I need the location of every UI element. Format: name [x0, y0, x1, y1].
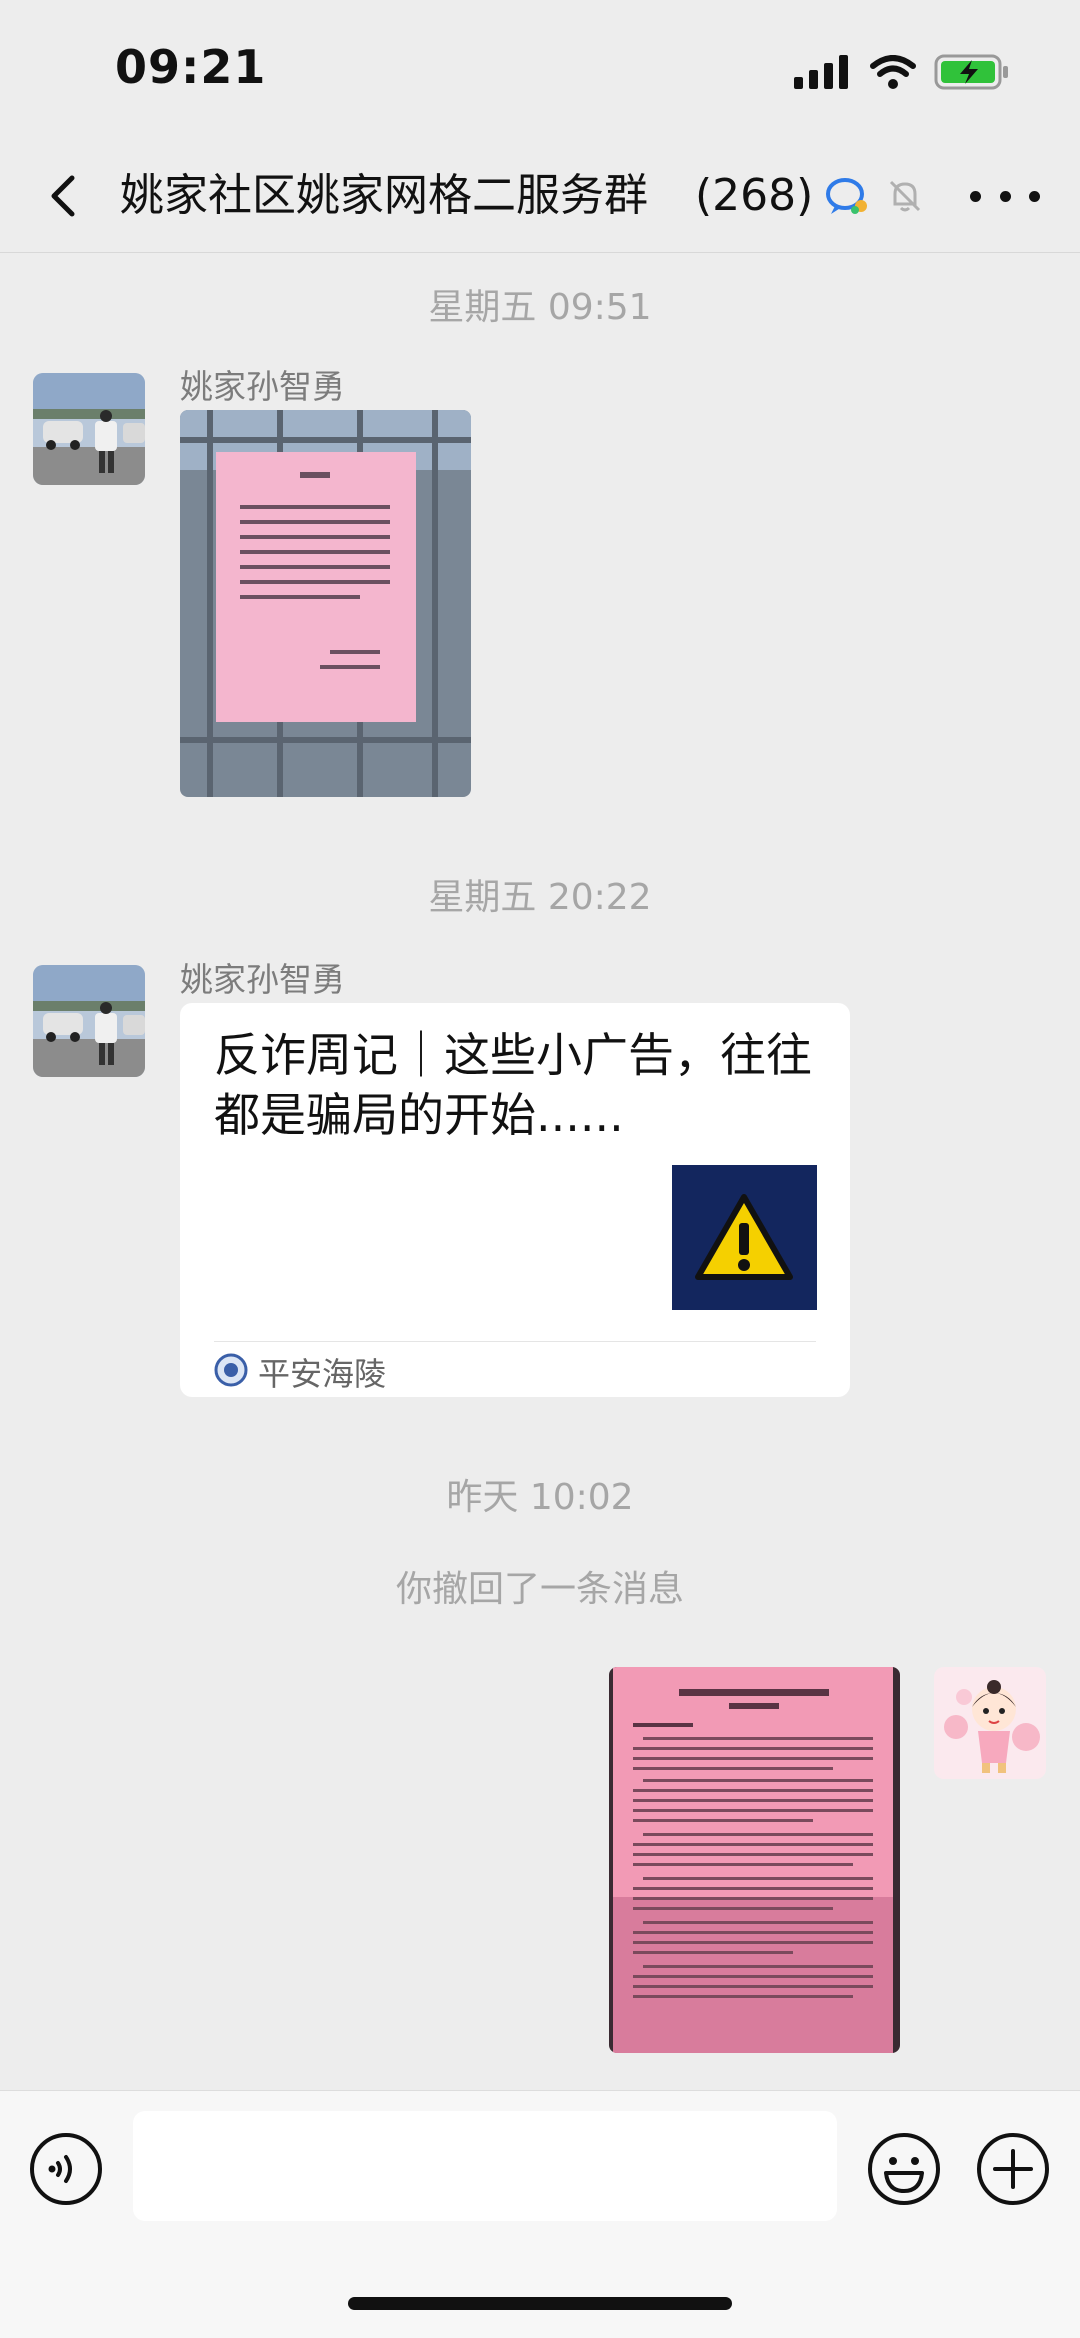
- warning-icon: [695, 1194, 793, 1280]
- message-input[interactable]: [133, 2111, 837, 2221]
- signal-icon: [794, 55, 848, 89]
- link-card[interactable]: 反诈周记｜这些小广告，往往都是骗局的开始...... 平安海陵: [180, 1003, 850, 1397]
- status-time: 09:21: [115, 40, 267, 94]
- dot-icon: [1029, 190, 1040, 202]
- dot-icon: [999, 190, 1011, 202]
- proposal-document-photo[interactable]: [609, 1667, 900, 2053]
- group-title[interactable]: 姚家社区姚家网格二服务群: [120, 162, 648, 230]
- chat-header: 姚家社区姚家网格二服务群 (268): [0, 140, 1080, 253]
- message-timestamp: 星期五 09:51: [428, 287, 652, 328]
- message-timestamp: 昨天 10:02: [446, 1477, 634, 1518]
- sender-name: 姚家孙智勇: [180, 960, 345, 999]
- more-options-button[interactable]: [970, 176, 1040, 216]
- home-indicator[interactable]: [348, 2297, 732, 2310]
- link-card-thumbnail: [672, 1165, 817, 1310]
- back-button[interactable]: [38, 162, 98, 230]
- more-functions-button[interactable]: [975, 2131, 1051, 2207]
- battery-charging-icon: [934, 54, 1008, 90]
- wifi-icon: [870, 55, 916, 89]
- status-icons: [794, 52, 1010, 92]
- voice-input-button[interactable]: [28, 2131, 104, 2207]
- police-badge-icon: [214, 1353, 248, 1387]
- sender-avatar[interactable]: [33, 373, 145, 485]
- sender-avatar[interactable]: [33, 965, 145, 1077]
- my-avatar[interactable]: [934, 1667, 1046, 1779]
- divider: [214, 1341, 816, 1342]
- emoji-button[interactable]: [866, 2131, 942, 2207]
- link-card-title: 反诈周记｜这些小广告，往往都是骗局的开始......: [214, 1028, 812, 1142]
- dot-icon: [970, 190, 981, 202]
- mute-bell-icon: [889, 180, 921, 212]
- status-bar: 09:21: [0, 0, 1080, 140]
- link-card-source: 平安海陵: [258, 1355, 387, 1393]
- notice-photo[interactable]: [180, 410, 471, 797]
- sender-name: 姚家孙智勇: [180, 367, 345, 406]
- group-chat-icon[interactable]: [825, 176, 871, 216]
- recall-notice: 你撤回了一条消息: [395, 1569, 684, 1610]
- member-count: (268): [695, 170, 814, 221]
- message-timestamp: 星期五 20:22: [428, 877, 652, 918]
